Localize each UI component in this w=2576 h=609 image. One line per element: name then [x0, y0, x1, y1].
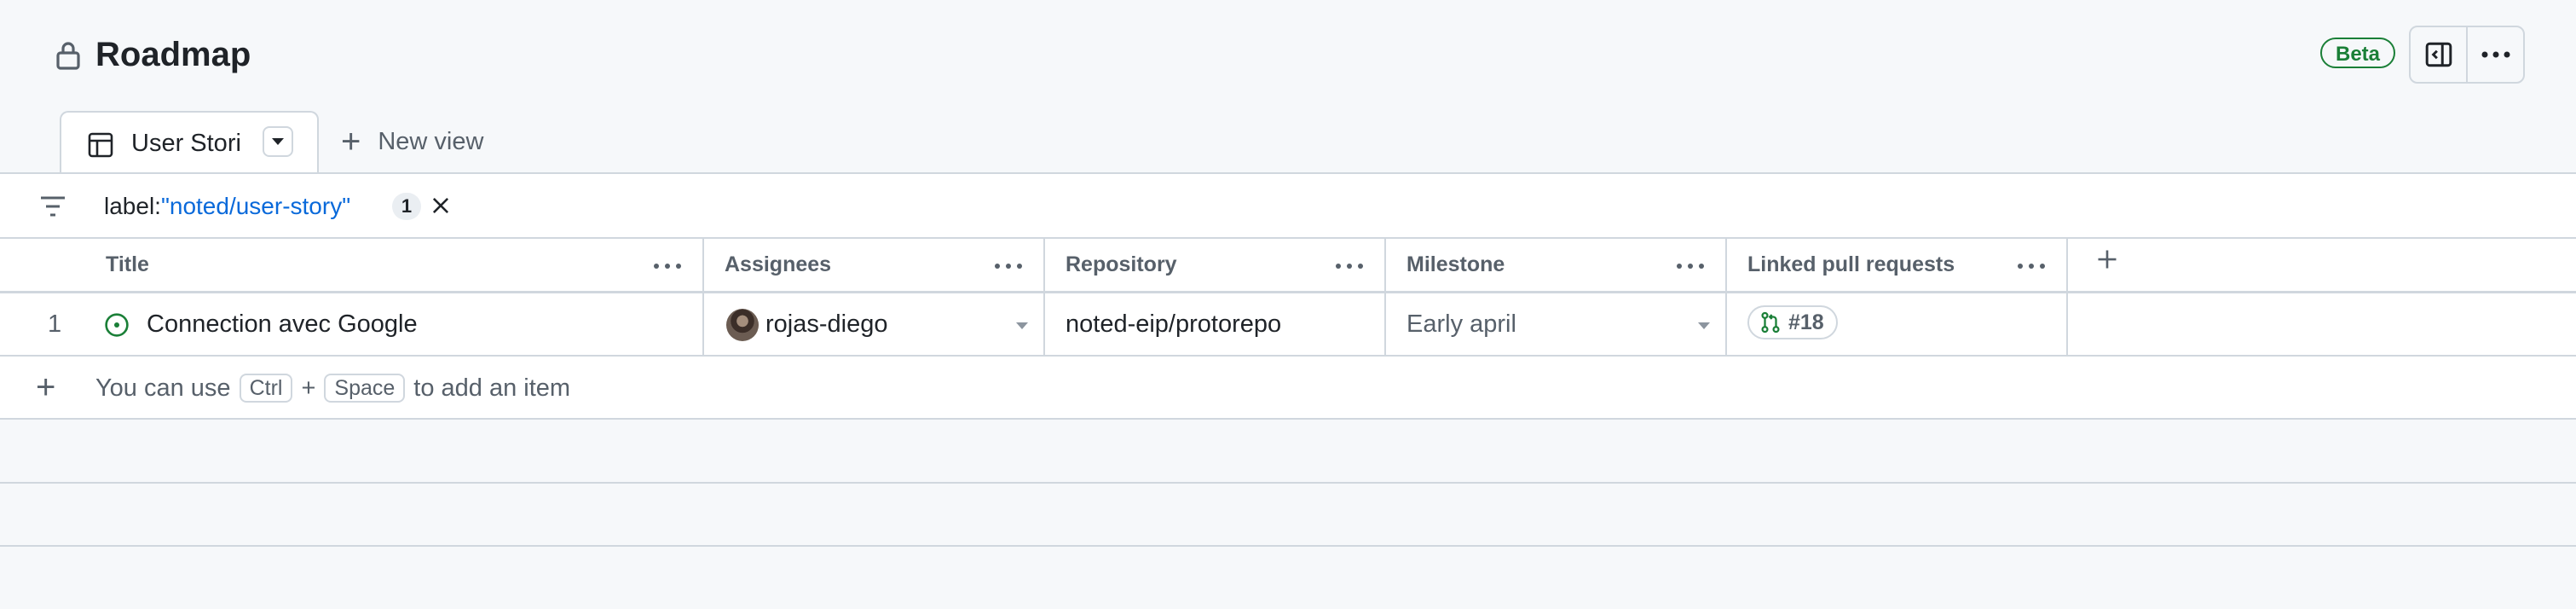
filter-icon[interactable] [39, 194, 66, 218]
lock-icon [55, 39, 82, 70]
column-assignees-label: Assignees [725, 252, 832, 276]
assignee-name: rojas-diego [765, 310, 888, 338]
column-header-assignees[interactable]: Assignees [704, 239, 1045, 293]
chevron-down-icon [1698, 322, 1710, 329]
column-title-label: Title [106, 252, 149, 276]
new-view-label: New view [378, 127, 484, 155]
column-linked-prs-label: Linked pull requests [1747, 252, 1955, 276]
milestone-cell[interactable]: Early april [1386, 293, 1727, 355]
column-repository-label: Repository [1066, 252, 1177, 276]
avatar [726, 309, 759, 341]
add-field-button[interactable] [2068, 239, 2576, 293]
plus-icon: + [36, 368, 56, 406]
plus-icon [2095, 247, 2119, 271]
linked-pr-number: #18 [1788, 310, 1824, 334]
linked-prs-cell: #18 [1727, 293, 2068, 355]
project-header: Roadmap Beta [0, 0, 2576, 107]
kbd-plus: + [301, 374, 316, 402]
row-number: 1 [48, 310, 62, 338]
tab-label: User Stori [131, 130, 241, 157]
filter-result-count: 1 [392, 193, 421, 220]
title-cell[interactable]: Connection avec Google [85, 293, 704, 355]
column-milestone-label: Milestone [1406, 252, 1505, 276]
table-header: Title Assignees Repository Milestone Lin… [0, 239, 2576, 293]
add-item-suffix: to add an item [413, 374, 571, 402]
linked-pr-token[interactable]: #18 [1747, 305, 1838, 339]
new-view-button[interactable]: + New view [341, 125, 483, 159]
filter-key: label: [104, 193, 161, 219]
empty-row-divider [0, 545, 2576, 547]
column-menu-icon[interactable] [1335, 263, 1364, 270]
pull-request-icon [1759, 310, 1788, 334]
column-header-repository[interactable]: Repository [1045, 239, 1386, 293]
kbd-space: Space [324, 374, 406, 403]
issue-title-link[interactable]: Connection avec Google [147, 293, 418, 355]
add-item-row[interactable]: + You can use Ctrl + Space to add an ite… [0, 357, 2576, 420]
sidebar-panel-icon [2424, 40, 2453, 69]
column-header-linked-prs[interactable]: Linked pull requests [1727, 239, 2068, 293]
table-view-icon [87, 131, 114, 159]
assignees-cell[interactable]: rojas-diego [704, 293, 1045, 355]
table-row[interactable]: 1 Connection avec Google rojas-diego not… [0, 293, 2576, 357]
kebab-icon [2481, 50, 2511, 59]
project-table: Title Assignees Repository Milestone Lin… [0, 239, 2576, 420]
column-header-milestone[interactable]: Milestone [1386, 239, 1727, 293]
toggle-sidebar-button[interactable] [2411, 27, 2466, 82]
chevron-down-icon [1016, 322, 1028, 329]
filter-value: "noted/user-story" [160, 193, 351, 219]
column-header-title[interactable]: Title [85, 239, 704, 293]
column-menu-icon[interactable] [653, 263, 682, 270]
close-icon[interactable] [430, 194, 452, 217]
tab-options-button[interactable] [263, 126, 293, 157]
column-menu-icon[interactable] [1676, 263, 1705, 270]
add-item-hint: You can use Ctrl + Space to add an item [95, 357, 570, 420]
triangle-down-icon [271, 137, 285, 146]
filter-input[interactable]: label:"noted/user-story" [104, 191, 350, 222]
empty-row-divider [0, 482, 2576, 484]
issue-open-icon [104, 312, 130, 338]
add-item-prefix: You can use [95, 374, 231, 402]
beta-badge: Beta [2320, 38, 2396, 68]
milestone-name: Early april [1406, 310, 1516, 338]
plus-icon: + [341, 123, 361, 160]
page-title: Roadmap [95, 36, 251, 73]
kbd-ctrl: Ctrl [239, 374, 293, 403]
tab-user-stories[interactable]: User Stori [60, 111, 319, 174]
header-actions [2409, 26, 2525, 84]
column-menu-icon[interactable] [2017, 263, 2046, 270]
repository-name: noted-eip/protorepo [1066, 310, 1282, 338]
repository-cell: noted-eip/protorepo [1045, 293, 1386, 355]
filter-bar: label:"noted/user-story" 1 [0, 172, 2576, 239]
more-options-button[interactable] [2466, 27, 2523, 82]
column-menu-icon[interactable] [994, 263, 1023, 270]
